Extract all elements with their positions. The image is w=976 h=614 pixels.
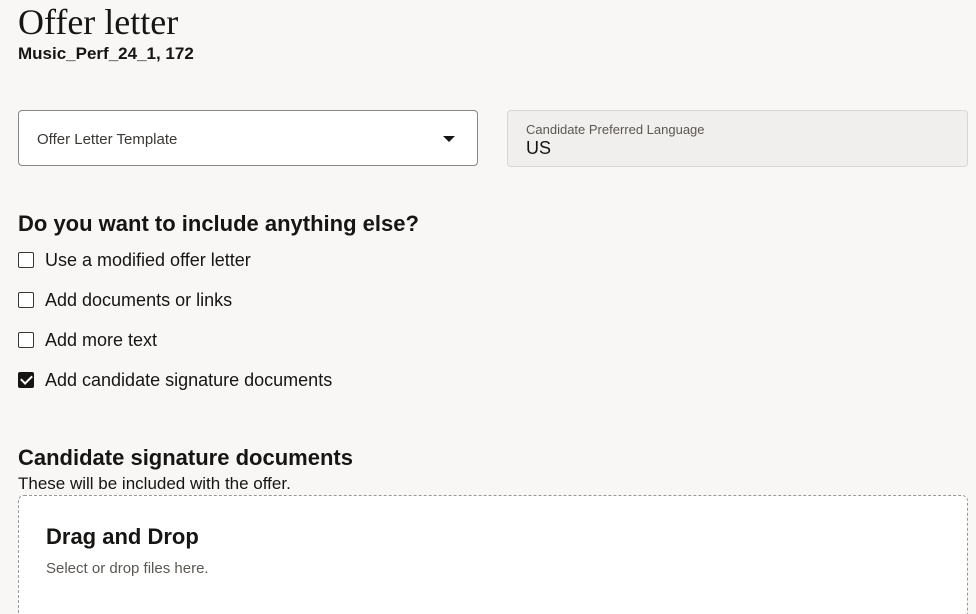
candidate-language-field: Candidate Preferred Language US bbox=[507, 110, 968, 167]
checkbox[interactable] bbox=[18, 332, 34, 348]
checkbox-checked[interactable] bbox=[18, 372, 34, 388]
page-title: Offer letter bbox=[18, 2, 179, 42]
file-dropzone[interactable]: Drag and Drop Select or drop files here. bbox=[18, 495, 968, 614]
signature-docs-heading: Candidate signature documents bbox=[18, 445, 353, 470]
checkbox-label: Add documents or links bbox=[45, 289, 233, 310]
checkbox[interactable] bbox=[18, 292, 34, 308]
option-modified-offer-letter[interactable]: Use a modified offer letter bbox=[18, 248, 251, 272]
chevron-down-icon[interactable] bbox=[443, 136, 455, 142]
signature-docs-description: These will be included with the offer. bbox=[18, 474, 291, 493]
checkbox[interactable] bbox=[18, 252, 34, 268]
candidate-language-label: Candidate Preferred Language bbox=[526, 122, 705, 137]
checkbox-label: Add more text bbox=[45, 329, 158, 350]
checkbox-label: Use a modified offer letter bbox=[45, 249, 251, 270]
checkbox-label: Add candidate signature documents bbox=[45, 369, 333, 390]
page-subtitle: Music_Perf_24_1, 172 bbox=[18, 44, 194, 63]
include-section-heading: Do you want to include anything else? bbox=[18, 211, 419, 236]
option-add-more-text[interactable]: Add more text bbox=[18, 328, 157, 352]
offer-letter-template-select[interactable]: Offer Letter Template bbox=[18, 110, 478, 166]
candidate-language-value: US bbox=[526, 138, 552, 158]
option-add-signature-documents[interactable]: Add candidate signature documents bbox=[18, 368, 332, 392]
dropzone-hint: Select or drop files here. bbox=[46, 560, 209, 577]
offer-letter-template-label: Offer Letter Template bbox=[37, 131, 178, 148]
dropzone-title: Drag and Drop bbox=[46, 524, 199, 549]
offer-letter-page: Offer letter Music_Perf_24_1, 172 Offer … bbox=[0, 0, 976, 614]
option-add-documents[interactable]: Add documents or links bbox=[18, 288, 232, 312]
